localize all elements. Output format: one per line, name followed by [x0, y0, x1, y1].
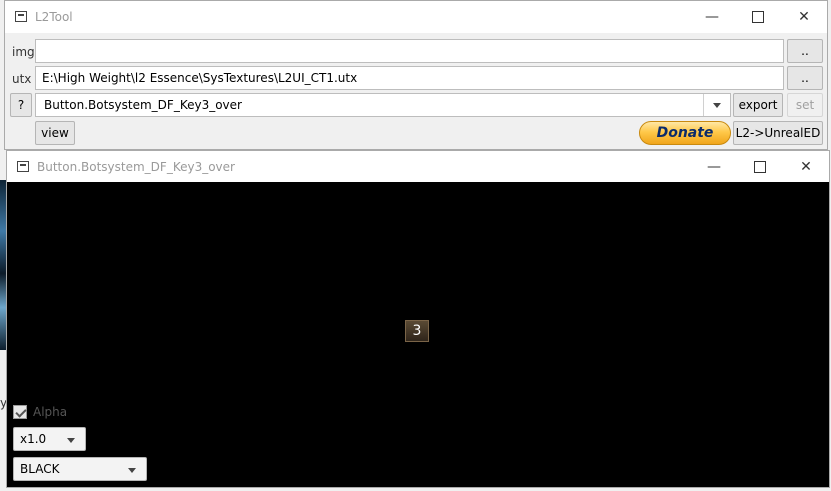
utx-path-value: E:\High Weight\l2 Essence\SysTextures\L2… — [42, 71, 358, 85]
alpha-checkbox[interactable] — [13, 405, 27, 419]
maximize-icon[interactable] — [735, 1, 781, 33]
utx-browse-button[interactable]: .. — [787, 66, 823, 90]
background-color-value: BLACK — [20, 462, 60, 476]
texture-viewer-window: Button.Botsystem_DF_Key3_over — ✕ 3 Alph… — [6, 150, 830, 488]
view-button[interactable]: view — [35, 121, 75, 145]
viewer-titlebar[interactable]: Button.Botsystem_DF_Key3_over — ✕ — [7, 151, 829, 182]
main-window-title: L2Tool — [35, 10, 73, 24]
background-color-select[interactable]: BLACK — [13, 457, 147, 481]
chevron-down-icon — [67, 438, 75, 443]
img-label: img — [12, 45, 35, 59]
texture-select[interactable]: Button.Botsystem_DF_Key3_over — [35, 93, 731, 117]
chevron-down-icon — [128, 468, 136, 473]
main-titlebar[interactable]: L2Tool — ✕ — [5, 1, 827, 33]
minimize-icon[interactable]: — — [689, 1, 735, 33]
img-browse-button[interactable]: .. — [787, 39, 823, 63]
unrealed-button[interactable]: L2->UnrealED — [733, 121, 823, 145]
close-icon[interactable]: ✕ — [783, 151, 829, 183]
main-window: L2Tool — ✕ img .. utx E:\High Weight\l2 … — [4, 0, 828, 150]
donate-button[interactable]: Donate — [639, 121, 731, 145]
maximize-icon[interactable] — [737, 151, 783, 183]
texture-preview: 3 — [405, 320, 429, 342]
minimize-icon[interactable]: — — [691, 151, 737, 183]
texture-select-value: Button.Botsystem_DF_Key3_over — [44, 98, 242, 112]
utx-label: utx — [12, 72, 32, 86]
viewer-window-title: Button.Botsystem_DF_Key3_over — [37, 160, 235, 174]
close-icon[interactable]: ✕ — [781, 1, 827, 33]
chevron-down-icon[interactable] — [703, 94, 730, 116]
zoom-select-value: x1.0 — [20, 432, 47, 446]
viewer-window-icon — [17, 161, 29, 172]
img-path-input[interactable] — [42, 40, 783, 62]
set-button[interactable]: set — [787, 93, 823, 117]
img-path-field[interactable] — [35, 39, 784, 63]
utx-path-field[interactable]: E:\High Weight\l2 Essence\SysTextures\L2… — [35, 66, 784, 90]
alpha-label: Alpha — [33, 405, 68, 419]
export-button[interactable]: export — [733, 93, 783, 117]
app-window-icon — [15, 11, 27, 22]
texture-canvas[interactable]: 3 Alpha x1.0 BLACK — [7, 182, 829, 487]
help-button[interactable]: ? — [10, 93, 32, 117]
zoom-select[interactable]: x1.0 — [13, 427, 86, 451]
